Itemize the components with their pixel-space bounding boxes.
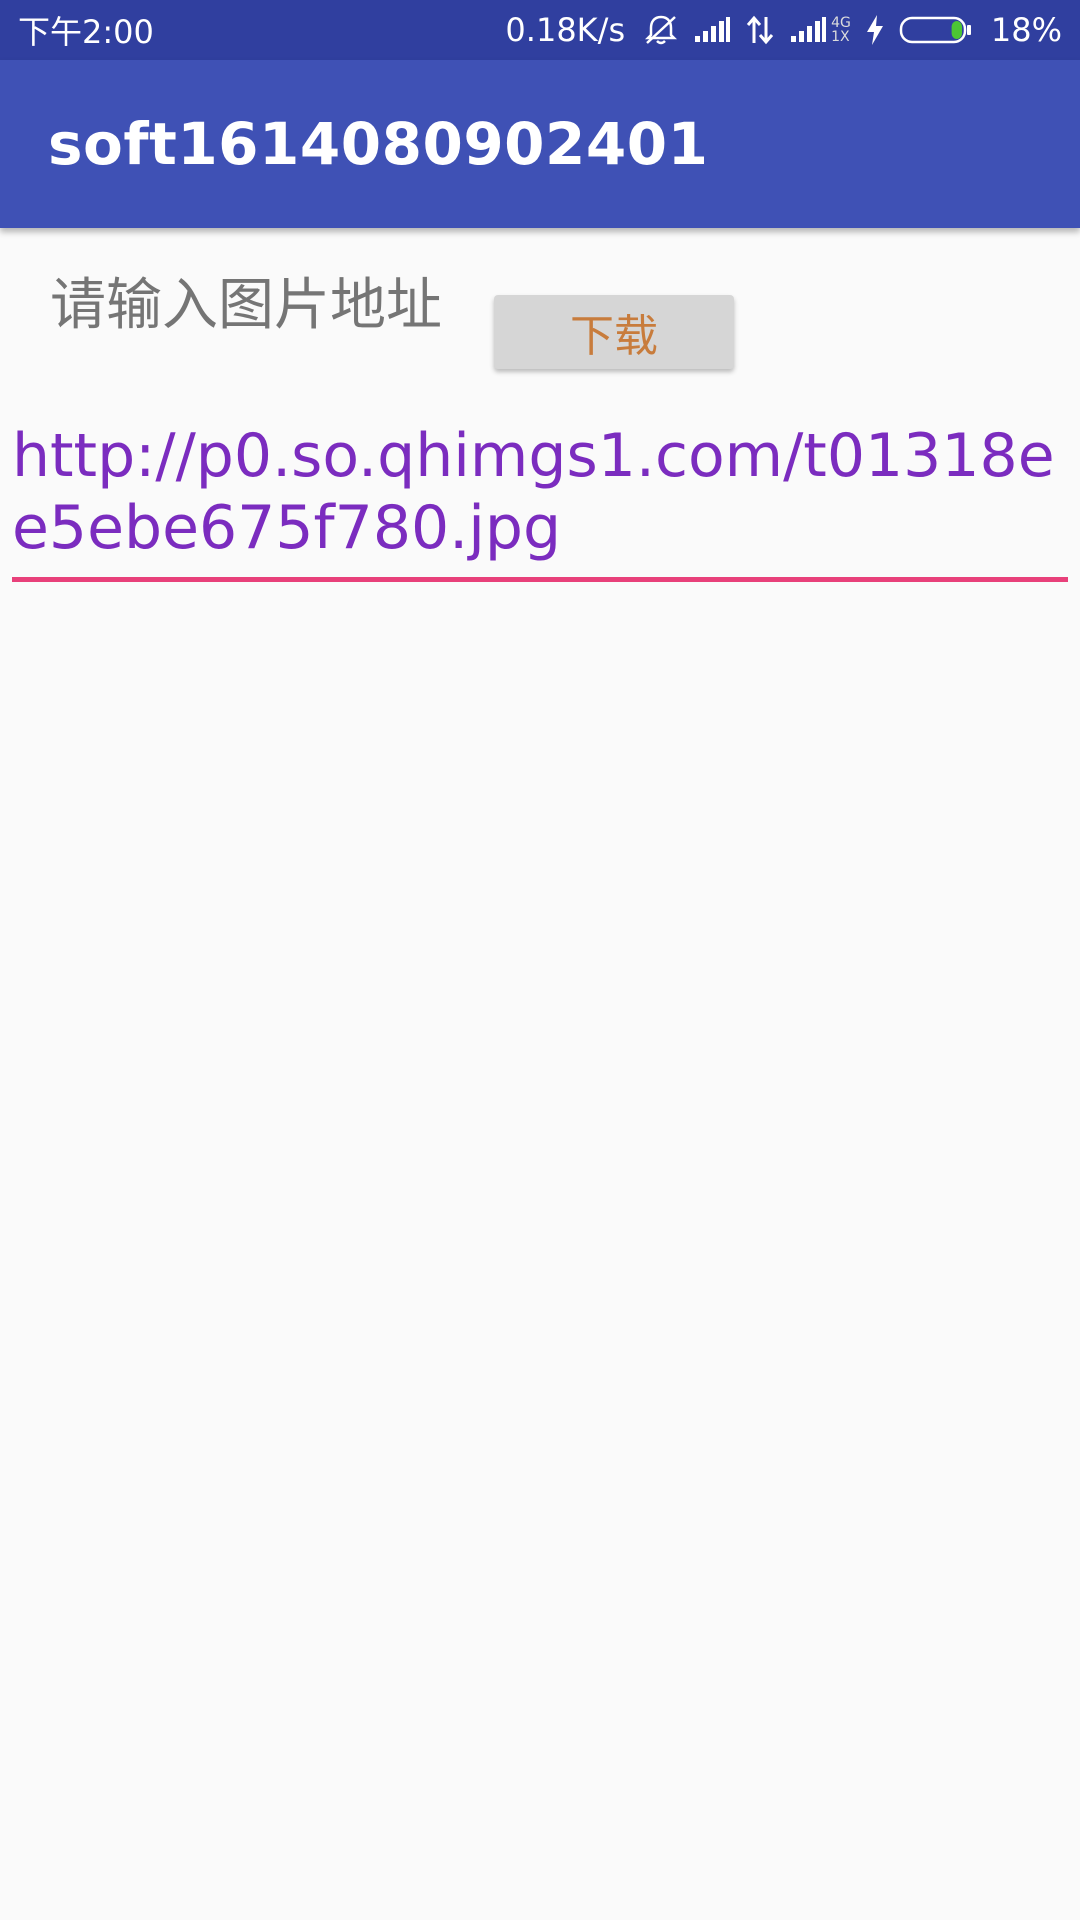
status-bar: 下午2:00 0.18K/s 4G 1X 18% (0, 0, 1080, 60)
app-bar: soft1614080902401 (0, 60, 1080, 228)
network-type-label: 4G (831, 15, 851, 31)
status-time: 下午2:00 (18, 13, 154, 51)
charging-icon (865, 14, 885, 46)
data-transfer-icon (745, 15, 775, 45)
download-button[interactable]: 下载 (494, 295, 734, 369)
mute-vibrate-icon (643, 13, 679, 47)
app-screen: 下午2:00 0.18K/s 4G 1X 18% soft16140809024… (0, 0, 1080, 1920)
download-button-label: 下载 (570, 311, 658, 362)
battery-icon (899, 15, 973, 45)
signal-4g-icon: 4G 1X (789, 16, 851, 44)
image-url-prompt-label: 请输入图片地址 (50, 273, 442, 338)
signal-icon (693, 16, 731, 44)
image-url-input-value[interactable]: http://p0.so.qhimgs1.com/t01318ee5ebe675… (12, 420, 1068, 564)
network-sub-label: 1X (831, 29, 850, 45)
battery-percent: 18% (990, 11, 1062, 49)
app-title: soft1614080902401 (48, 110, 709, 178)
image-url-input[interactable]: http://p0.so.qhimgs1.com/t01318ee5ebe675… (12, 420, 1068, 582)
network-speed: 0.18K/s (505, 11, 626, 49)
status-icons: 0.18K/s 4G 1X 18% (505, 11, 1062, 49)
